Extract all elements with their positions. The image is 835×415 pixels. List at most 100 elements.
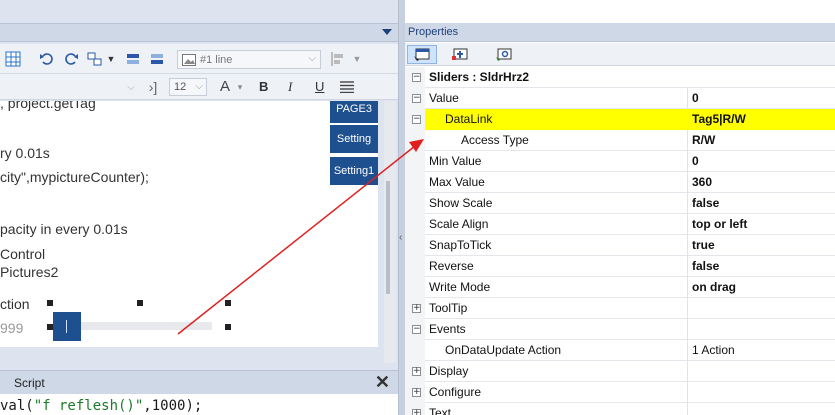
indent-icon[interactable]: ›] [144, 78, 162, 96]
expand-icon[interactable]: + [412, 304, 421, 313]
property-value[interactable]: on drag [692, 280, 736, 294]
row-gutter [405, 130, 425, 151]
expand-icon[interactable]: + [412, 367, 421, 376]
property-row-ondataupdate[interactable]: OnDataUpdate Action 1 Action [405, 340, 835, 361]
column-separator [687, 340, 688, 361]
property-value[interactable]: top or left [692, 217, 747, 231]
property-grid: − Sliders : SldrHrz2 − Value 0 − DataLin… [405, 67, 835, 415]
font-color-icon[interactable]: A [216, 76, 234, 96]
property-row-datalink[interactable]: − DataLink Tag5|R/W [405, 109, 835, 130]
selection-handle[interactable] [47, 300, 53, 306]
script-panel-header: Script ✕ [0, 370, 398, 394]
expand-icon[interactable]: + [412, 409, 421, 415]
slider-track[interactable] [80, 322, 212, 330]
property-row-max-value[interactable]: Max Value 360 [405, 172, 835, 193]
pane-menu-dropdown-icon[interactable] [382, 29, 392, 35]
canvas-text-line: 999 [0, 320, 24, 336]
collapse-icon[interactable]: − [412, 73, 421, 82]
pane-splitter[interactable]: ‹ [398, 0, 405, 415]
selection-handle[interactable] [137, 300, 143, 306]
property-row-snap-to-tick[interactable]: SnapToTick true [405, 235, 835, 256]
property-row-display[interactable]: + Display [405, 361, 835, 382]
app-window: ▼ #1 line ⌵ ▼ ⌵ ›] 12 ⌵ A ▾ B I U , proj… [0, 0, 835, 415]
send-back-icon[interactable] [148, 50, 166, 68]
canvas-text-line: , project.getTag [0, 101, 96, 111]
collapse-icon[interactable]: − [412, 94, 421, 103]
setting1-button[interactable]: Setting1 [330, 157, 378, 185]
property-value[interactable]: Tag5|R/W [692, 112, 746, 126]
underline-button[interactable]: U [315, 79, 324, 94]
property-value[interactable]: false [692, 259, 719, 273]
page3-button[interactable]: PAGE3 [330, 101, 378, 123]
properties-view-icon[interactable] [407, 45, 437, 64]
property-value[interactable]: false [692, 196, 719, 210]
scrollbar-thumb[interactable] [386, 181, 390, 294]
column-separator [687, 130, 688, 151]
slider-knob[interactable] [53, 312, 81, 341]
settings-view-icon[interactable] [489, 45, 519, 64]
property-name: Max Value [429, 175, 485, 189]
row-gutter [405, 256, 425, 277]
rotate-right-icon[interactable] [62, 50, 80, 68]
italic-button[interactable]: I [288, 79, 292, 95]
font-size-select[interactable]: 12 ⌵ [169, 78, 207, 96]
property-value[interactable]: 1 Action [692, 343, 735, 357]
expand-icon[interactable]: + [412, 388, 421, 397]
bold-button[interactable]: B [259, 79, 268, 94]
canvas-text-line: pacity in every 0.01s [0, 221, 128, 237]
property-value[interactable]: true [692, 238, 715, 252]
property-row-write-mode[interactable]: Write Mode on drag [405, 277, 835, 298]
property-row-scale-align[interactable]: Scale Align top or left [405, 214, 835, 235]
property-row-events[interactable]: − Events [405, 319, 835, 340]
selection-handle[interactable] [225, 324, 231, 330]
property-row-min-value[interactable]: Min Value 0 [405, 151, 835, 172]
align-dropdown-icon[interactable]: ▼ [352, 50, 362, 68]
rotate-left-icon[interactable] [38, 50, 56, 68]
text-toolbar: ⌵ ›] 12 ⌵ A ▾ B I U [0, 74, 398, 100]
design-canvas[interactable]: , project.getTag ry 0.01s city",mypictur… [0, 101, 378, 347]
script-editor[interactable]: val("f reflesh()",1000); [0, 394, 398, 415]
collapse-arrow-icon[interactable]: ‹ [399, 232, 402, 243]
column-separator [687, 298, 688, 319]
events-view-icon[interactable] [445, 45, 475, 64]
group-icon[interactable] [86, 50, 104, 68]
property-row-access-type[interactable]: Access Type R/W [405, 130, 835, 151]
property-value[interactable]: R/W [692, 133, 715, 147]
object-header-row[interactable]: − Sliders : SldrHrz2 [405, 67, 835, 88]
designer-pane: ▼ #1 line ⌵ ▼ ⌵ ›] 12 ⌵ A ▾ B I U , proj… [0, 0, 398, 415]
column-separator [687, 88, 688, 109]
close-icon[interactable]: ✕ [375, 372, 390, 393]
property-name: Reverse [429, 259, 474, 273]
property-row-tooltip[interactable]: + ToolTip [405, 298, 835, 319]
property-row-show-scale[interactable]: Show Scale false [405, 193, 835, 214]
bring-front-icon[interactable] [124, 50, 142, 68]
column-separator [687, 382, 688, 403]
text-align-icon[interactable] [338, 78, 356, 96]
property-name: Scale Align [429, 217, 489, 231]
property-row-configure[interactable]: + Configure [405, 382, 835, 403]
property-value[interactable]: 0 [692, 91, 699, 105]
group-dropdown-icon[interactable]: ▼ [106, 50, 116, 68]
setting-button[interactable]: Setting [330, 125, 378, 153]
font-dropdown-icon[interactable]: ⌵ [126, 78, 136, 96]
property-row-text[interactable]: + Text [405, 403, 835, 415]
tab-script[interactable]: Script [14, 376, 45, 390]
property-name: Min Value [429, 154, 482, 168]
chevron-down-icon: ⌵ [195, 81, 203, 92]
property-row-value[interactable]: − Value 0 [405, 88, 835, 109]
property-value[interactable]: 0 [692, 154, 699, 168]
line-style-select[interactable]: #1 line ⌵ [177, 50, 321, 69]
column-separator [687, 214, 688, 235]
grid-icon[interactable] [4, 50, 22, 68]
property-row-reverse[interactable]: Reverse false [405, 256, 835, 277]
font-color-dropdown-icon[interactable]: ▾ [236, 78, 244, 96]
property-value[interactable]: 360 [692, 175, 712, 189]
property-name: Text [429, 406, 452, 415]
row-gutter [405, 151, 425, 172]
column-separator [687, 172, 688, 193]
collapse-icon[interactable]: − [412, 115, 421, 124]
canvas-scrollbar[interactable] [384, 101, 396, 363]
selection-handle[interactable] [225, 300, 231, 306]
align-icon[interactable] [328, 50, 350, 68]
collapse-icon[interactable]: − [412, 325, 421, 334]
